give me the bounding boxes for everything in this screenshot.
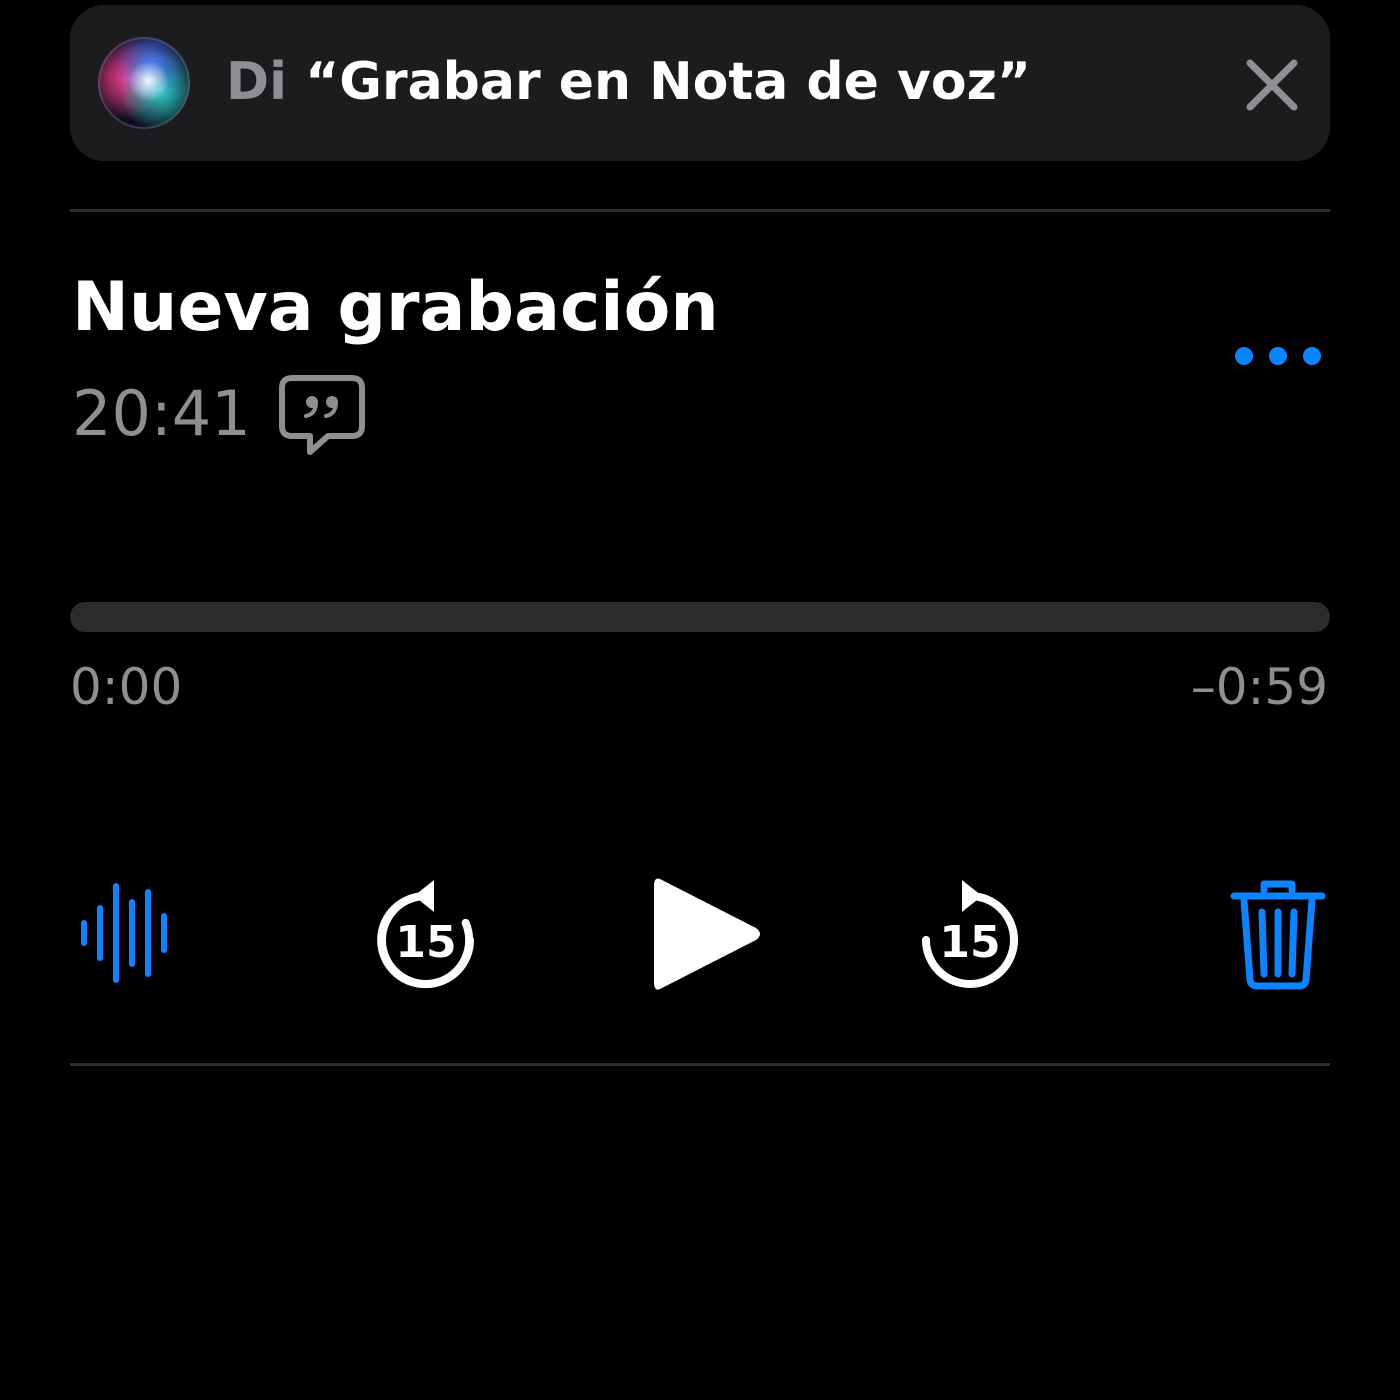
bottom-divider <box>70 1063 1330 1066</box>
play-button[interactable] <box>640 866 770 1002</box>
trash-icon <box>1230 880 1326 990</box>
elapsed-time: 0:00 <box>70 658 183 716</box>
recording-time: 20:41 <box>72 377 251 450</box>
siri-suggestion-banner[interactable]: Di “Grabar en Nota de voz” <box>70 5 1330 161</box>
remaining-time: –0:59 <box>1190 658 1328 716</box>
recording-title[interactable]: Nueva grabación <box>72 266 719 350</box>
ellipsis-icon <box>1235 347 1321 365</box>
more-options-button[interactable] <box>1226 336 1330 376</box>
transcript-button[interactable] <box>278 374 366 458</box>
skip-back-15-button[interactable]: 15 <box>368 872 484 996</box>
skip-forward-15-button[interactable]: 15 <box>912 872 1028 996</box>
delete-button[interactable] <box>1226 876 1330 992</box>
playback-scrubber[interactable] <box>70 602 1330 632</box>
skip-forward-15-icon: 15 <box>922 880 1018 988</box>
siri-prefix: Di <box>226 52 306 112</box>
play-icon <box>654 878 760 990</box>
skip-back-15-icon: 15 <box>377 880 474 989</box>
skip-back-label: 15 <box>395 917 456 968</box>
close-icon <box>1246 59 1298 111</box>
siri-phrase: “Grabar en Nota de voz” <box>305 52 1032 112</box>
waveform-icon <box>81 883 167 983</box>
siri-orb-icon <box>96 35 192 131</box>
skip-forward-label: 15 <box>939 917 1000 968</box>
waveform-edit-button[interactable] <box>74 878 174 988</box>
top-divider <box>70 209 1330 212</box>
close-button[interactable] <box>1240 53 1304 117</box>
siri-suggestion-text: Di “Grabar en Nota de voz” <box>226 52 1031 112</box>
transcript-quote-bubble-icon <box>279 375 365 455</box>
